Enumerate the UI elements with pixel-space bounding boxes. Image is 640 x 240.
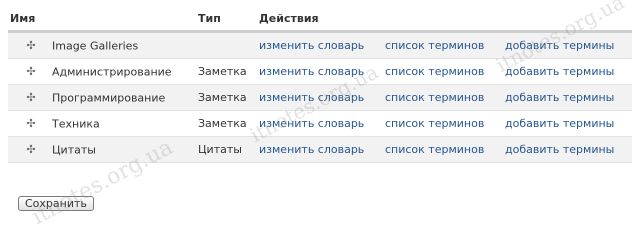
drag-handle-icon[interactable]: ✣ [24,40,38,51]
table-row: ✣ Цитаты Цитаты изменить словарь список т… [8,136,632,163]
drag-handle-icon[interactable]: ✣ [24,92,38,103]
list-terms-link[interactable]: список терминов [385,65,484,78]
name-cell: ✣ Image Galleries [8,31,196,59]
list-terms-link[interactable]: список терминов [385,143,484,156]
add-cell: добавить термины [503,110,632,137]
add-terms-link[interactable]: добавить термины [505,91,614,104]
vocabulary-name: Техника [52,117,100,131]
table-row: ✣ Программирование Заметка изменить слова… [8,84,632,111]
drag-handle-icon[interactable]: ✣ [24,66,38,77]
type-cell: Заметка [196,110,257,137]
table-row: ✣ Техника Заметка изменить словарь список… [8,110,632,137]
list-terms-link[interactable]: список терминов [385,39,484,52]
name-cell: ✣ Программирование [8,84,196,111]
edit-vocabulary-link[interactable]: изменить словарь [259,117,364,130]
vocabulary-name: Image Galleries [52,39,139,53]
name-cell: ✣ Техника [8,110,196,137]
drag-handle-icon[interactable]: ✣ [24,118,38,129]
edit-cell: изменить словарь [257,31,383,59]
name-cell: ✣ Цитаты [8,136,196,163]
edit-vocabulary-link[interactable]: изменить словарь [259,143,364,156]
list-cell: список терминов [383,110,503,137]
add-cell: добавить термины [503,84,632,111]
drag-handle-icon[interactable]: ✣ [24,144,38,155]
type-cell: Цитаты [196,136,257,163]
vocabulary-table: Имя Тип Действия ✣ Image Galleries измени… [8,6,632,163]
table-header-row: Имя Тип Действия [8,6,632,33]
vocabulary-name: Программирование [52,91,166,105]
edit-cell: изменить словарь [257,84,383,111]
type-cell [196,31,257,59]
list-cell: список терминов [383,31,503,59]
list-terms-link[interactable]: список терминов [385,91,484,104]
type-cell: Заметка [196,58,257,85]
vocabulary-name: Цитаты [52,143,96,157]
column-header-type: Тип [196,6,257,33]
list-terms-link[interactable]: список терминов [385,117,484,130]
vocabulary-name: Администрирование [52,65,172,79]
edit-cell: изменить словарь [257,136,383,163]
add-terms-link[interactable]: добавить термины [505,117,614,130]
add-cell: добавить термины [503,58,632,85]
add-terms-link[interactable]: добавить термины [505,39,614,52]
edit-cell: изменить словарь [257,58,383,85]
add-cell: добавить термины [503,136,632,163]
add-cell: добавить термины [503,31,632,59]
add-terms-link[interactable]: добавить термины [505,65,614,78]
add-terms-link[interactable]: добавить термины [505,143,614,156]
column-header-actions: Действия [257,6,632,33]
table-row: ✣ Image Galleries изменить словарь список… [8,31,632,59]
type-cell: Заметка [196,84,257,111]
name-cell: ✣ Администрирование [8,58,196,85]
save-button[interactable]: Сохранить [18,196,94,211]
list-cell: список терминов [383,58,503,85]
edit-vocabulary-link[interactable]: изменить словарь [259,65,364,78]
column-header-name: Имя [8,6,196,33]
edit-vocabulary-link[interactable]: изменить словарь [259,39,364,52]
list-cell: список терминов [383,136,503,163]
edit-cell: изменить словарь [257,110,383,137]
list-cell: список терминов [383,84,503,111]
table-row: ✣ Администрирование Заметка изменить слов… [8,58,632,85]
edit-vocabulary-link[interactable]: изменить словарь [259,91,364,104]
